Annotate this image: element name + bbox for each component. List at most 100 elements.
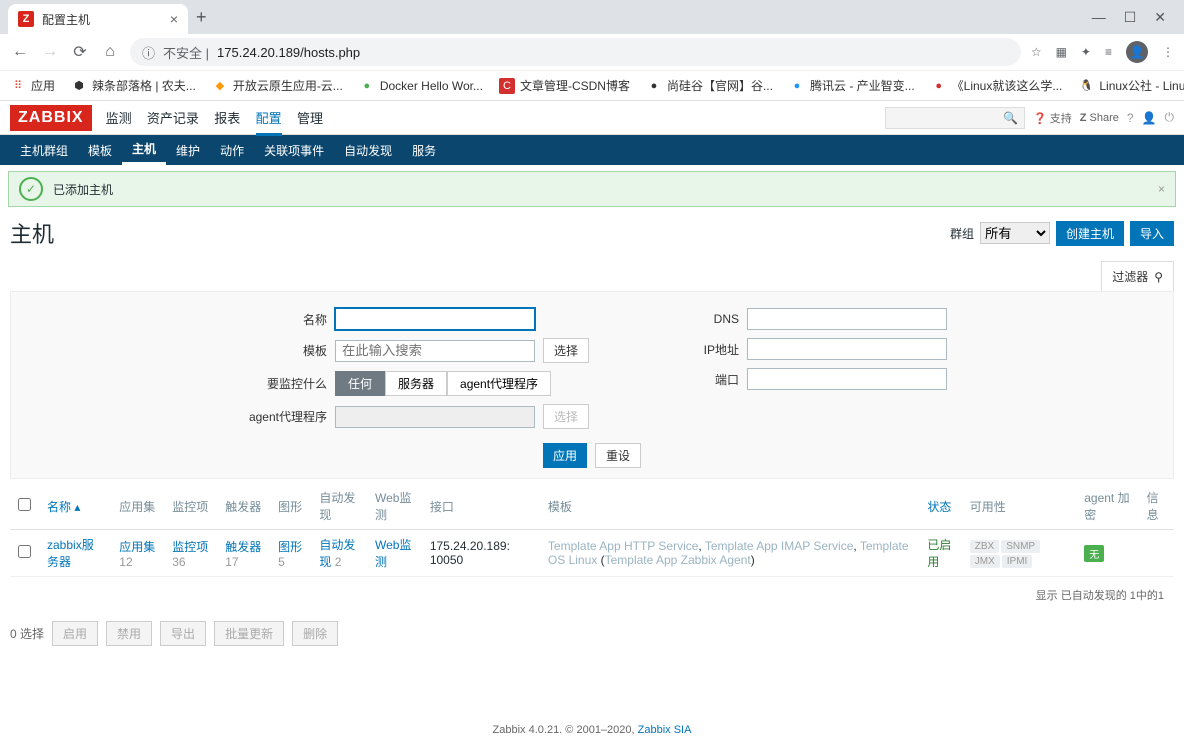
col-status[interactable]: 状态: [919, 483, 961, 530]
new-tab-button[interactable]: +: [196, 7, 207, 28]
selected-count: 0 选择: [10, 625, 44, 642]
dns-input[interactable]: [747, 308, 947, 330]
browser-tab[interactable]: Z 配置主机 ×: [8, 4, 188, 34]
create-host-button[interactable]: 创建主机: [1056, 221, 1124, 246]
template-input[interactable]: [335, 340, 535, 362]
select-template-button[interactable]: 选择: [543, 338, 589, 363]
graphs-link[interactable]: 图形: [278, 540, 302, 554]
name-label: 名称: [237, 311, 327, 328]
bulk-delete-button[interactable]: 删除: [292, 621, 338, 646]
subnav-correlation[interactable]: 关联项事件: [254, 135, 334, 165]
footer-link[interactable]: Zabbix SIA: [638, 724, 692, 736]
status-link[interactable]: 已启用: [927, 538, 951, 569]
page-title: 主机: [10, 217, 54, 249]
bulk-enable-button[interactable]: 启用: [52, 621, 98, 646]
filter-tab-bar: 过滤器 ⚲: [0, 257, 1184, 291]
bookmark-item[interactable]: C文章管理-CSDN博客: [499, 77, 630, 94]
monitor-server[interactable]: 服务器: [385, 371, 447, 396]
nav-reports[interactable]: 报表: [214, 111, 240, 126]
subnav-maintenance[interactable]: 维护: [166, 135, 210, 165]
puzzle-icon[interactable]: ✦: [1081, 45, 1091, 59]
nav-monitoring[interactable]: 监测: [106, 111, 132, 126]
help-icon[interactable]: ?: [1127, 111, 1134, 125]
monitor-label: 要监控什么: [237, 375, 327, 392]
template-link[interactable]: Template App Zabbix Agent: [605, 553, 751, 567]
apply-button[interactable]: 应用: [543, 443, 587, 468]
window-controls: ― ☐ ✕: [1092, 9, 1176, 26]
bulk-massupdate-button[interactable]: 批量更新: [214, 621, 284, 646]
reload-icon[interactable]: ⟳: [70, 42, 90, 62]
host-name-link[interactable]: zabbix服务器: [47, 538, 94, 569]
logo[interactable]: ZABBIX: [10, 105, 92, 131]
proxy-label: agent代理程序: [237, 408, 327, 425]
close-window-icon[interactable]: ✕: [1154, 9, 1166, 26]
group-select[interactable]: 所有: [980, 222, 1050, 244]
maximize-icon[interactable]: ☐: [1124, 9, 1137, 26]
template-link[interactable]: Template App HTTP Service: [548, 539, 699, 553]
close-icon[interactable]: ×: [170, 11, 178, 27]
tab-bar: Z 配置主机 × + ― ☐ ✕: [0, 0, 1184, 34]
template-link[interactable]: Template App IMAP Service: [705, 539, 854, 553]
bookmark-item[interactable]: ●《Linux就该这么学...: [931, 77, 1063, 94]
monitor-any[interactable]: 任何: [335, 371, 385, 396]
share-link[interactable]: Z Share: [1080, 112, 1119, 124]
list-icon[interactable]: ≡: [1105, 45, 1112, 59]
address-input[interactable]: ⓘ 不安全 | 175.24.20.189/hosts.php: [130, 38, 1021, 66]
search-icon: 🔍: [1003, 111, 1018, 125]
apps-link[interactable]: 应用集: [119, 540, 155, 554]
minimize-icon[interactable]: ―: [1092, 9, 1106, 26]
nav-administration[interactable]: 管理: [297, 111, 323, 126]
reset-button[interactable]: 重设: [595, 443, 641, 468]
hosts-table: 名称 ▴ 应用集 监控项 触发器 图形 自动发现 Web监测 接口 模板 状态 …: [10, 483, 1174, 613]
forward-icon[interactable]: →: [40, 43, 60, 61]
search-input[interactable]: 🔍: [885, 107, 1025, 129]
row-checkbox[interactable]: [18, 545, 31, 558]
subnav-discovery[interactable]: 自动发现: [334, 135, 402, 165]
menu-icon[interactable]: ⋮: [1162, 45, 1174, 59]
bookmark-item[interactable]: ●尚硅谷【官网】谷...: [646, 77, 773, 94]
encryption-badge: 无: [1084, 545, 1104, 562]
close-icon[interactable]: ×: [1158, 182, 1165, 196]
bulk-export-button[interactable]: 导出: [160, 621, 206, 646]
user-icon[interactable]: 👤: [1142, 111, 1157, 125]
bulk-disable-button[interactable]: 禁用: [106, 621, 152, 646]
nav-inventory[interactable]: 资产记录: [147, 111, 199, 126]
bookmark-item[interactable]: ◆开放云原生应用-云...: [212, 77, 343, 94]
back-icon[interactable]: ←: [10, 43, 30, 61]
home-icon[interactable]: ⌂: [100, 43, 120, 61]
notice-text: 已添加主机: [53, 181, 113, 198]
monitor-proxy[interactable]: agent代理程序: [447, 371, 551, 396]
power-icon[interactable]: ⏻: [1165, 110, 1175, 125]
ip-input[interactable]: [747, 338, 947, 360]
nav-configuration[interactable]: 配置: [256, 111, 282, 136]
subnav-templates[interactable]: 模板: [78, 135, 122, 165]
subnav-hostgroups[interactable]: 主机群组: [10, 135, 78, 165]
extension-icon[interactable]: ▦: [1056, 45, 1067, 59]
subnav-actions[interactable]: 动作: [210, 135, 254, 165]
profile-icon[interactable]: 👤: [1126, 41, 1148, 63]
filter-toggle[interactable]: 过滤器 ⚲: [1101, 261, 1174, 291]
triggers-link[interactable]: 触发器: [225, 540, 261, 554]
bookmark-item[interactable]: ●Docker Hello Wor...: [359, 78, 483, 94]
bookmark-item[interactable]: ⬢辣条部落格 | 农夫...: [71, 77, 196, 94]
col-iface: 接口: [422, 483, 540, 530]
select-proxy-button: 选择: [543, 404, 589, 429]
star-icon[interactable]: ☆: [1031, 45, 1042, 59]
apps-button[interactable]: ⠿ 应用: [10, 77, 55, 94]
subnav-services[interactable]: 服务: [402, 135, 446, 165]
bookmark-item[interactable]: ●腾讯云 - 产业智变...: [789, 77, 915, 94]
address-text: 175.24.20.189/hosts.php: [217, 45, 360, 60]
bookmark-icon: ●: [789, 78, 805, 94]
support-link[interactable]: ❓ 支持: [1033, 110, 1072, 126]
col-apps: 应用集: [111, 483, 164, 530]
select-all-checkbox[interactable]: [18, 498, 31, 511]
name-input[interactable]: [335, 308, 535, 330]
bookmark-item[interactable]: 🐧Linux公社 - Linux...: [1078, 77, 1184, 94]
items-link[interactable]: 监控项: [172, 540, 208, 554]
col-name[interactable]: 名称 ▴: [39, 483, 111, 530]
web-link[interactable]: Web监测: [375, 538, 411, 569]
import-button[interactable]: 导入: [1130, 221, 1174, 246]
subnav-hosts[interactable]: 主机: [122, 135, 166, 165]
port-input[interactable]: [747, 368, 947, 390]
col-info: 信息: [1139, 483, 1174, 530]
